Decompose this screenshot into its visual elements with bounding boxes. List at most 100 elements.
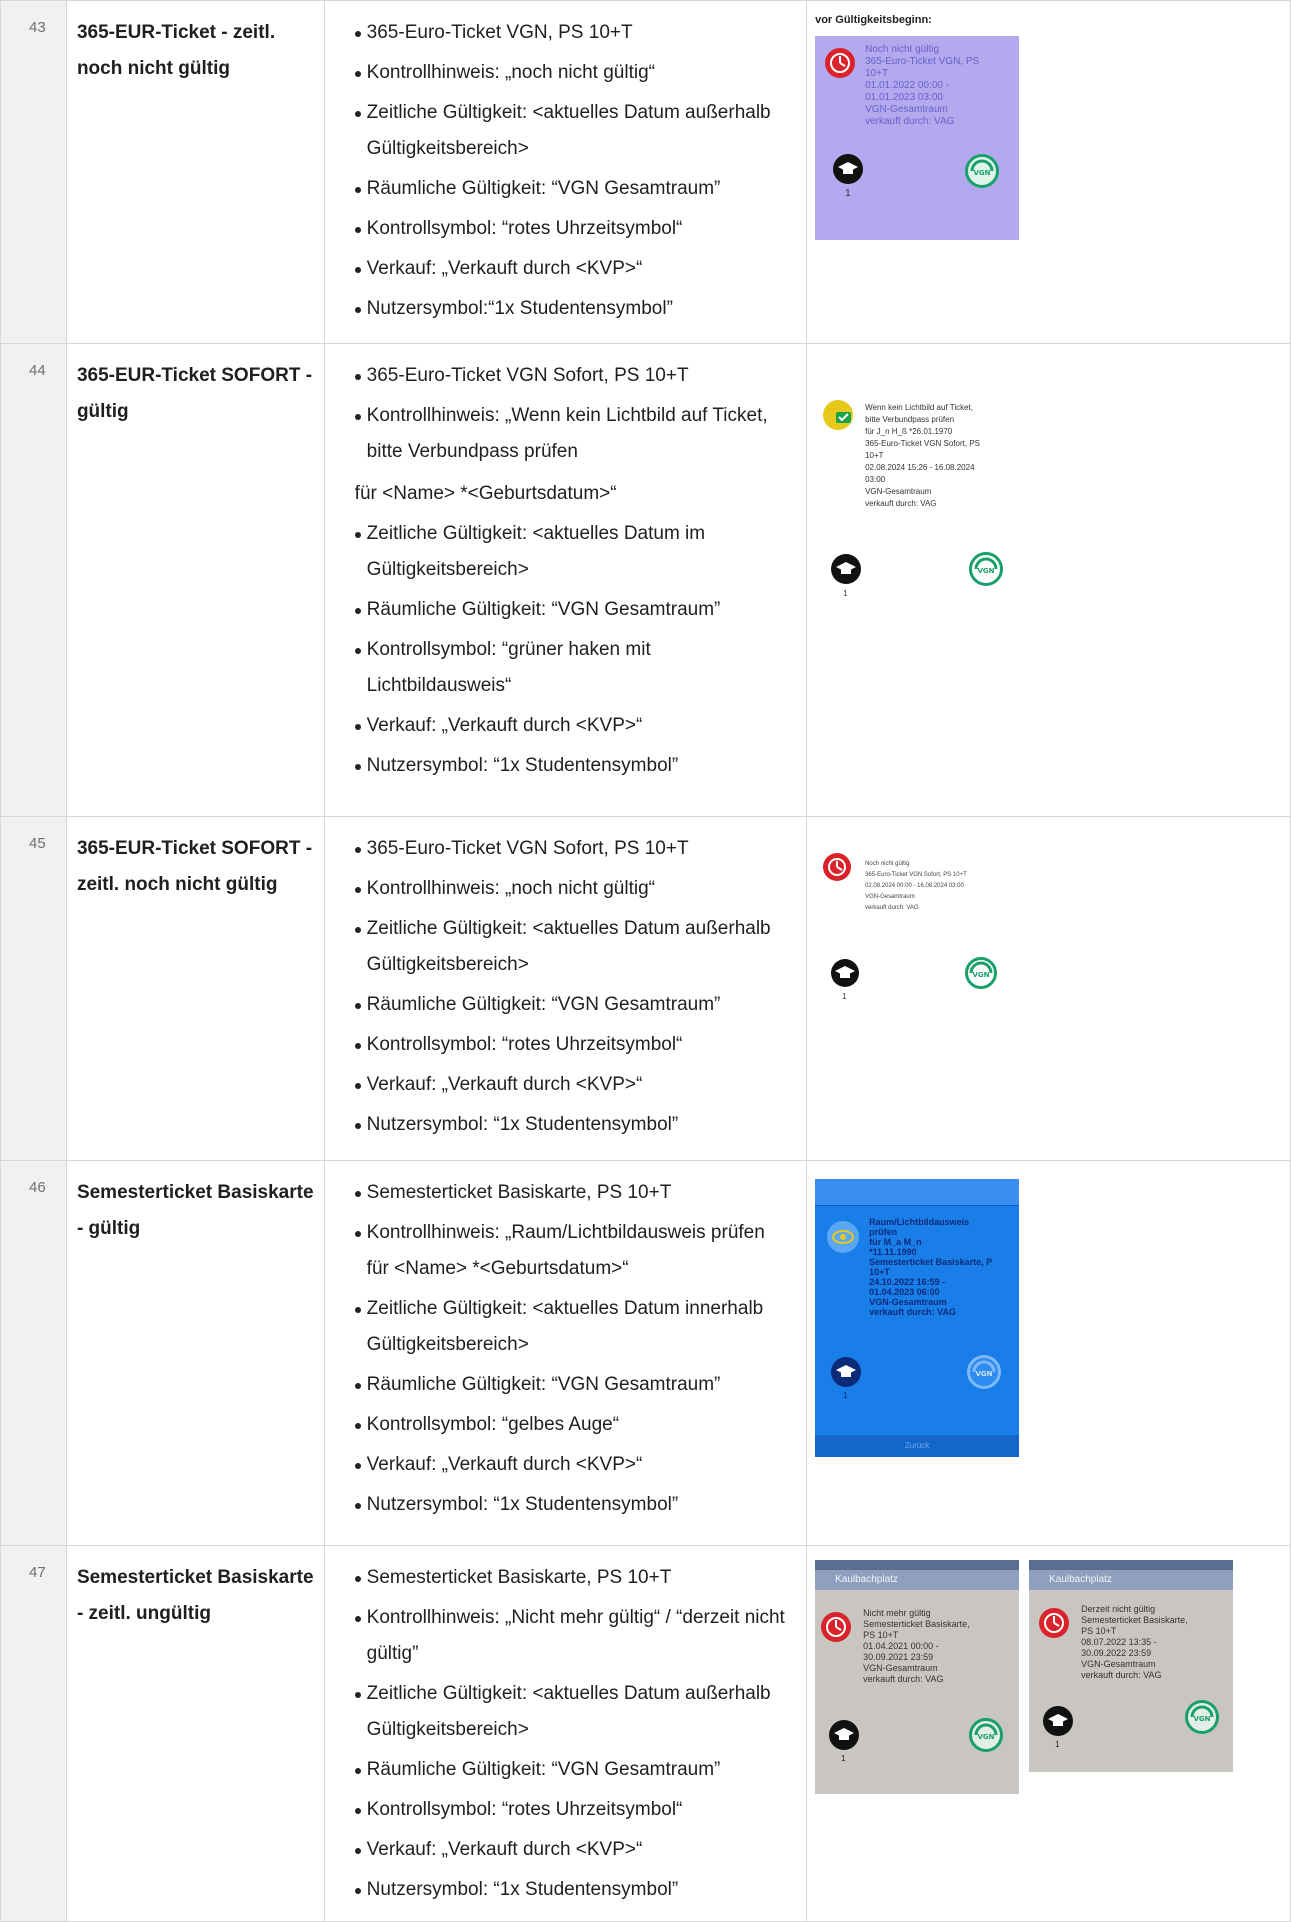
student-cap-icon (1043, 1706, 1074, 1736)
back-button[interactable]: Zurück (815, 1435, 1020, 1457)
screen-text: Noch nicht gültig 365-Euro-Ticket VGN So… (865, 861, 967, 911)
detail-item: Zeitliche Gültigkeit: <aktuelles Datum a… (354, 911, 792, 983)
student-cap-icon (831, 554, 862, 584)
row-title: Semesterticket Basiskarte - gültig (65, 1160, 325, 1546)
ticket-screenshot: Raum/Lichtbildausweis prüfen für M_a M_n… (815, 1179, 1020, 1457)
detail-item: Zeitliche Gültigkeit: <aktuelles Datum i… (354, 1291, 792, 1363)
user-count: 1 (843, 589, 848, 598)
table-row: 43 365-EUR-Ticket - zeitl. noch nicht gü… (0, 0, 1291, 344)
detail-item: Nutzersymbol: “1x Studentensymbol” (354, 1107, 792, 1143)
stop-name: Kaulbachplatz (815, 1570, 1020, 1590)
detail-item: Kontrollsymbol: “rotes Uhrzeitsymbol“ (354, 1027, 792, 1063)
detail-item: 365-Euro-Ticket VGN Sofort, PS 10+T (354, 358, 792, 394)
screen-text: Raum/Lichtbildausweis prüfen für M_a M_n… (869, 1217, 993, 1317)
row-number: 43 (0, 0, 67, 344)
detail-item: Kontrollsymbol: “gelbes Auge“ (354, 1407, 792, 1443)
row-details: Semesterticket Basiskarte, PS 10+T Kontr… (323, 1160, 808, 1546)
screen-text: Nicht mehr gültig Semesterticket Basiska… (863, 1608, 970, 1684)
screen-text: Wenn kein Lichtbild auf Ticket, bitte Ve… (865, 403, 980, 508)
detail-item: Semesterticket Basiskarte, PS 10+T (354, 1175, 792, 1211)
row-details: Semesterticket Basiskarte, PS 10+T Kontr… (323, 1545, 808, 1922)
row-image-cell: vor Gültigkeitsbeginn: Noch nicht gültig… (806, 0, 1291, 344)
ticket-screenshot: Wenn kein Lichtbild auf Ticket, bitte Ve… (815, 394, 1020, 619)
detail-item: Kontrollhinweis: „noch nicht gültig“ (354, 871, 792, 907)
detail-item: 365-Euro-Ticket VGN, PS 10+T (354, 15, 792, 51)
detail-item: Kontrollhinweis: „noch nicht gültig“ (354, 55, 792, 91)
row-title: 365-EUR-Ticket SOFORT - zeitl. noch nich… (65, 816, 325, 1161)
detail-item: Nutzersymbol: “1x Studentensymbol” (354, 1872, 792, 1908)
row-image-cell: Raum/Lichtbildausweis prüfen für M_a M_n… (806, 1160, 1291, 1546)
detail-item: Verkauf: „Verkauft durch <KVP>“ (354, 251, 792, 287)
detail-continuation: für <Name> *<Geburtsdatum>“ (354, 483, 617, 504)
svg-text:VGN: VGN (974, 169, 991, 177)
detail-item: Semesterticket Basiskarte, PS 10+T (354, 1560, 792, 1596)
detail-item: Nutzersymbol: “1x Studentensymbol” (354, 748, 792, 784)
vgn-logo: VGN (1185, 1700, 1220, 1734)
red-clock-icon (825, 48, 856, 78)
detail-item: 365-Euro-Ticket VGN Sofort, PS 10+T (354, 831, 792, 867)
ticket-screenshot: Kaulbachplatz Nicht mehr gültig Semester… (815, 1560, 1020, 1794)
row-title: 365-EUR-Ticket SOFORT - gültig (65, 343, 325, 817)
svg-text:VGN: VGN (1194, 1715, 1211, 1723)
row-image-cell: Kaulbachplatz Nicht mehr gültig Semester… (806, 1545, 1291, 1922)
row-title: Semesterticket Basiskarte - zeitl. ungül… (65, 1545, 325, 1922)
user-count: 1 (843, 1391, 848, 1400)
ticket-spec-table: 43 365-EUR-Ticket - zeitl. noch nicht gü… (0, 0, 1291, 1922)
table-row: 47 Semesterticket Basiskarte - zeitl. un… (0, 1545, 1291, 1922)
vgn-logo: VGN (967, 1355, 1002, 1389)
detail-item: Räumliche Gültigkeit: “VGN Gesamtraum” (354, 1752, 792, 1788)
detail-item: Zeitliche Gültigkeit: <aktuelles Datum i… (354, 516, 792, 588)
detail-item: Räumliche Gültigkeit: “VGN Gesamtraum” (354, 592, 792, 628)
row-title: 365-EUR-Ticket - zeitl. noch nicht gülti… (65, 0, 325, 344)
row-number: 44 (0, 343, 67, 817)
yellow-eye-icon (827, 1221, 860, 1253)
detail-item: Nutzersymbol:“1x Studentensymbol” (354, 291, 792, 327)
svg-text:VGN: VGN (973, 971, 990, 979)
user-count: 1 (1055, 1740, 1060, 1749)
detail-item: Verkauf: „Verkauft durch <KVP>“ (354, 1447, 792, 1483)
row-image-cell: Wenn kein Lichtbild auf Ticket, bitte Ve… (806, 343, 1291, 817)
stop-name: Kaulbachplatz (1029, 1570, 1234, 1590)
table-row: 45 365-EUR-Ticket SOFORT - zeitl. noch n… (0, 816, 1291, 1161)
detail-item: Kontrollhinweis: „Raum/Lichtbildausweis … (354, 1215, 792, 1287)
row-number: 45 (0, 816, 67, 1161)
user-count: 1 (845, 188, 851, 199)
detail-item: Zeitliche Gültigkeit: <aktuelles Datum a… (354, 95, 792, 167)
screen-header-bar (1029, 1560, 1234, 1570)
detail-item: Verkauf: „Verkauft durch <KVP>“ (354, 708, 792, 744)
screen-text: Derzeit nicht gültig Semesterticket Basi… (1081, 1604, 1188, 1680)
detail-item: Kontrollsymbol: “rotes Uhrzeitsymbol“ (354, 1792, 792, 1828)
vgn-logo: VGN (965, 154, 1000, 188)
screen-text: Noch nicht gültig 365-Euro-Ticket VGN, P… (865, 44, 980, 127)
svg-text:VGN: VGN (978, 1733, 995, 1741)
row-details: 365-Euro-Ticket VGN Sofort, PS 10+T Kont… (323, 816, 808, 1161)
red-clock-icon (821, 1612, 852, 1642)
svg-text:VGN: VGN (976, 1370, 993, 1378)
detail-item: Kontrollsymbol: “rotes Uhrzeitsymbol“ (354, 211, 792, 247)
detail-item: Räumliche Gültigkeit: “VGN Gesamtraum” (354, 987, 792, 1023)
row-image-cell: Noch nicht gültig 365-Euro-Ticket VGN So… (806, 816, 1291, 1161)
user-count: 1 (841, 1754, 846, 1763)
vgn-logo: VGN (969, 1718, 1004, 1752)
row-number: 46 (0, 1160, 67, 1546)
student-cap-icon (831, 1357, 862, 1387)
detail-item: Kontrollhinweis: „Nicht mehr gültig“ / “… (354, 1600, 792, 1672)
row-details: 365-Euro-Ticket VGN, PS 10+T Kontrollhin… (323, 0, 808, 344)
detail-item: Kontrollsymbol: “grüner haken mit Lichtb… (354, 632, 792, 704)
table-row: 46 Semesterticket Basiskarte - gültig Se… (0, 1160, 1291, 1546)
red-clock-icon (1039, 1608, 1070, 1638)
user-count: 1 (842, 992, 847, 1001)
red-clock-icon (823, 853, 852, 881)
table-row: 44 365-EUR-Ticket SOFORT - gültig 365-Eu… (0, 343, 1291, 817)
ticket-screenshot: Noch nicht gültig 365-Euro-Ticket VGN, P… (815, 36, 1020, 240)
green-check-id-icon (823, 400, 854, 430)
vgn-logo: VGN (969, 552, 1004, 586)
detail-item: Verkauf: „Verkauft durch <KVP>“ (354, 1832, 792, 1868)
svg-text:VGN: VGN (978, 567, 995, 575)
student-cap-icon (833, 154, 864, 184)
vgn-logo: VGN (965, 957, 998, 989)
detail-item: Kontrollhinweis: „Wenn kein Lichtbild au… (354, 398, 792, 470)
row-number: 47 (0, 1545, 67, 1922)
ticket-screenshot: Noch nicht gültig 365-Euro-Ticket VGN So… (815, 849, 1020, 1019)
screen-header-bar (815, 1560, 1020, 1570)
